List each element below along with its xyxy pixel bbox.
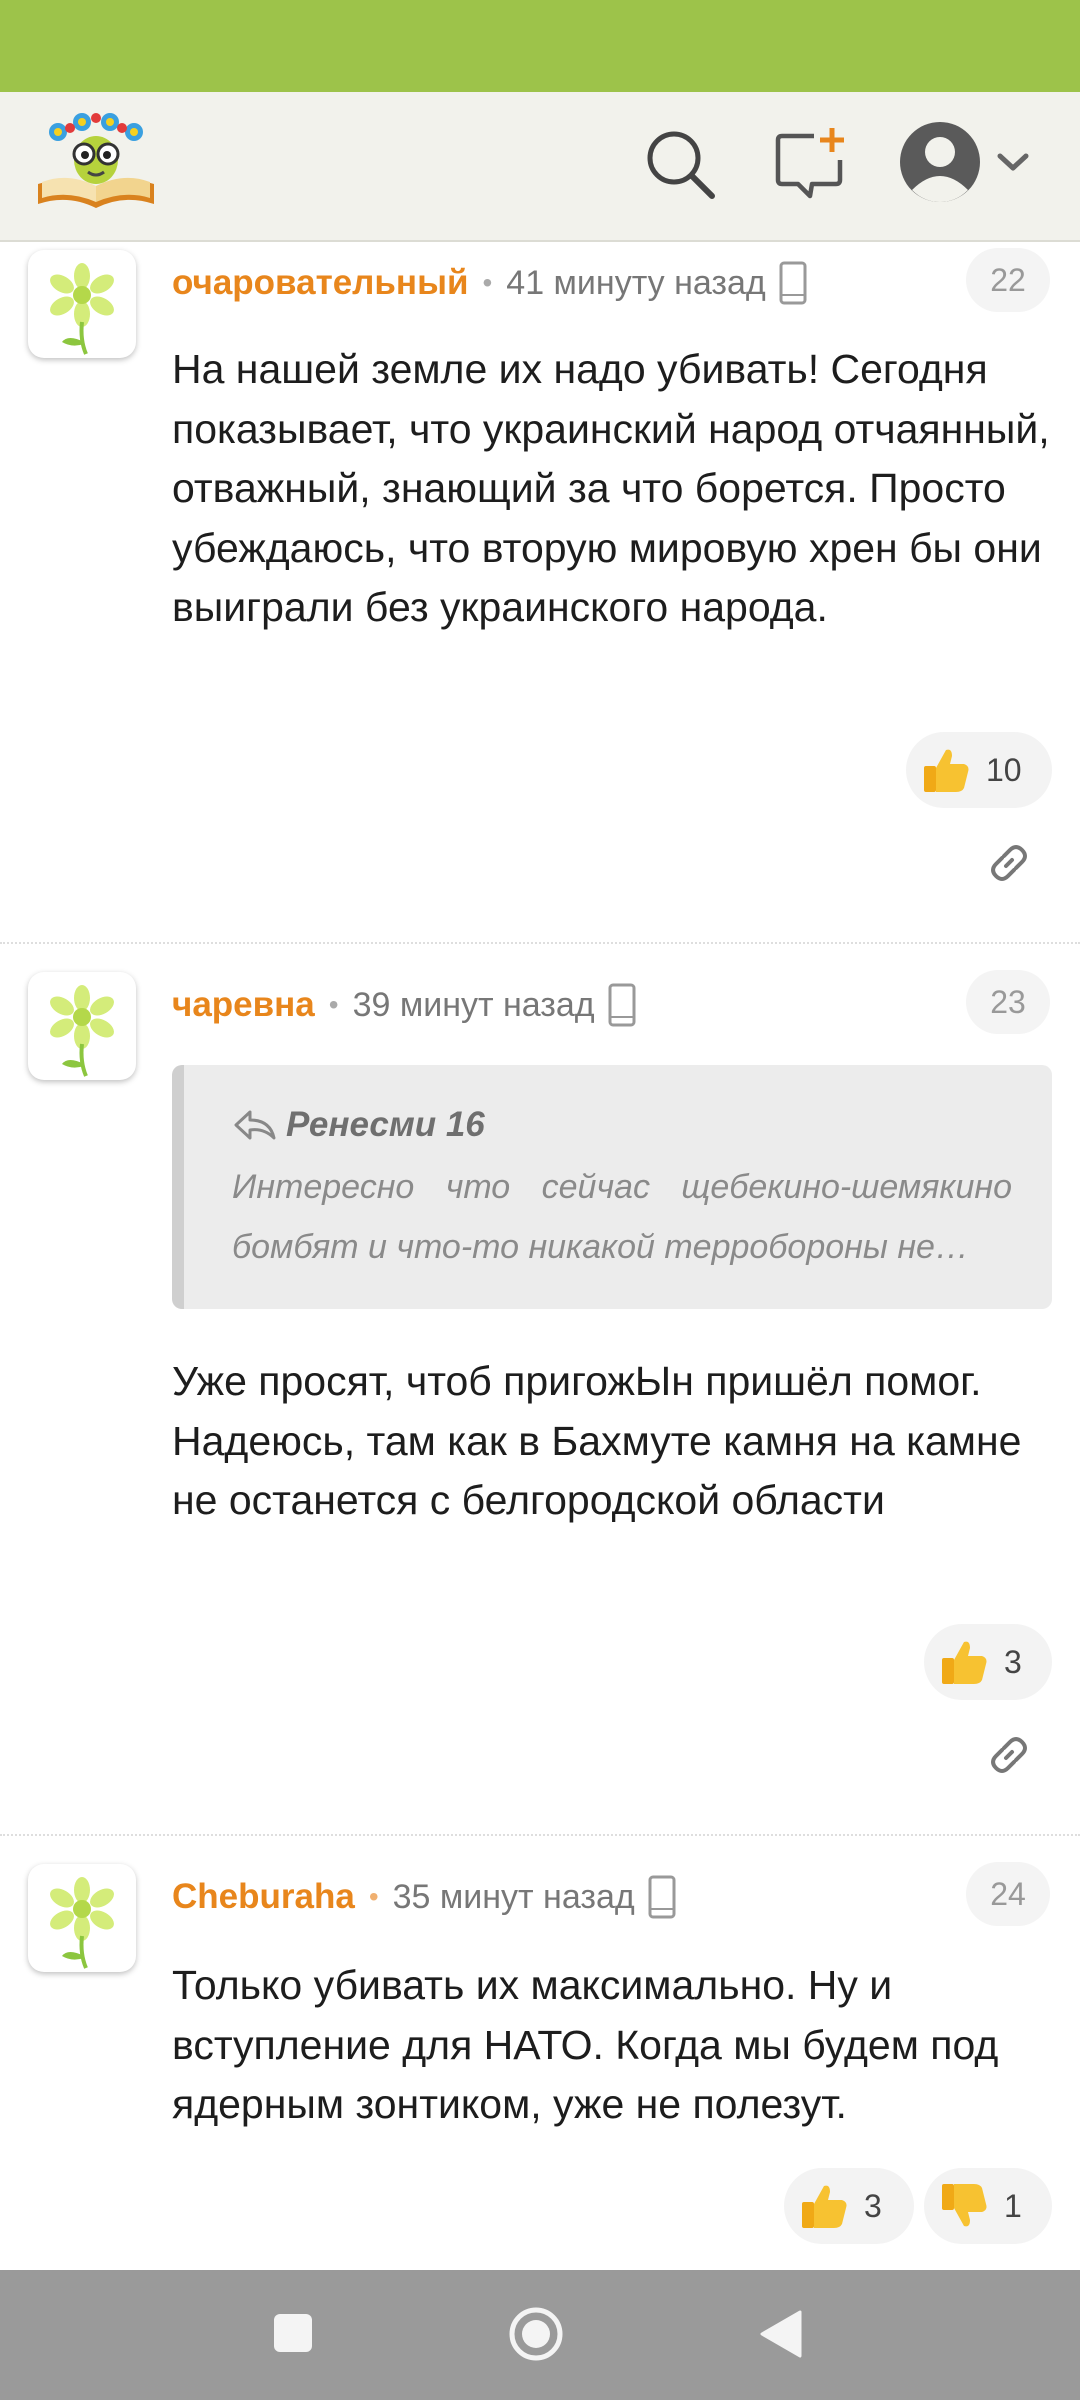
like-count: 10 xyxy=(986,751,1022,788)
comment-avatar[interactable] xyxy=(28,250,136,358)
meta-separator: • xyxy=(368,1881,379,1912)
comment-time: 41 минуту назад xyxy=(506,263,766,302)
thumbs-up-icon xyxy=(802,2185,847,2228)
search-icon xyxy=(647,131,715,199)
dislike-button[interactable]: 1 xyxy=(924,2168,1052,2244)
new-message-button[interactable] xyxy=(772,124,852,204)
search-button[interactable] xyxy=(640,124,720,204)
comment-text: Только убивать их максимально. Ну и всту… xyxy=(172,1962,999,2127)
comment-meta: очаровательный • 41 минуту назад xyxy=(172,258,808,308)
link-icon[interactable] xyxy=(984,838,1034,888)
user-avatar-icon xyxy=(900,122,980,202)
link-icon[interactable] xyxy=(984,1730,1034,1780)
comment-username[interactable]: Cheburaha xyxy=(172,1877,355,1917)
comment-time: 35 минут назад xyxy=(392,1877,635,1916)
phone-icon xyxy=(608,983,636,1027)
phone-icon xyxy=(779,261,807,305)
user-menu-button[interactable] xyxy=(898,118,1038,208)
comment-avatar[interactable] xyxy=(28,1864,136,1972)
comment-text: Уже просят, чтоб пригожЫн пришёл помог. … xyxy=(172,1358,1022,1523)
quoted-comment[interactable]: Ренесми 16 Интересно что сейчас щебекино… xyxy=(172,1065,1052,1309)
meta-separator: • xyxy=(328,989,339,1020)
dislike-count: 1 xyxy=(1004,2187,1022,2224)
thumbs-up-icon xyxy=(924,749,969,792)
comment-time: 39 минут назад xyxy=(352,985,595,1024)
site-logo[interactable] xyxy=(34,108,158,210)
quote-author: Ренесми 16 xyxy=(232,1105,485,1145)
like-count: 3 xyxy=(1004,1643,1022,1680)
like-button[interactable]: 3 xyxy=(784,2168,914,2244)
comment-divider xyxy=(0,942,1080,944)
phone-icon xyxy=(648,1875,676,1919)
chevron-down-icon xyxy=(997,153,1029,171)
comment-meta: чаревна • 39 минут назад xyxy=(172,980,637,1030)
comment-meta: Cheburaha • 35 минут назад xyxy=(172,1872,677,1922)
comment-number[interactable]: 24 xyxy=(966,1862,1050,1926)
comment-divider xyxy=(0,1834,1080,1836)
comment-avatar[interactable] xyxy=(28,972,136,1080)
status-bar xyxy=(0,0,1080,92)
comment-username[interactable]: чаревна xyxy=(172,985,315,1025)
thumbs-down-icon xyxy=(942,2184,987,2227)
meta-separator: • xyxy=(482,267,493,298)
new-message-icon xyxy=(775,128,844,199)
nav-recent-icon[interactable] xyxy=(270,2310,316,2356)
quote-text: Интересно что сейчас щебекино-шемякино б… xyxy=(232,1168,1012,1266)
comment-text: На нашей земле их надо убивать! Сегодня … xyxy=(172,346,1050,630)
comment-number[interactable]: 23 xyxy=(966,970,1050,1034)
nav-back-icon[interactable] xyxy=(756,2308,806,2360)
thumbs-up-icon xyxy=(942,1641,987,1684)
like-count: 3 xyxy=(864,2187,882,2224)
like-button[interactable]: 3 xyxy=(924,1624,1052,1700)
reply-arrow-icon xyxy=(234,1110,276,1140)
comment-number[interactable]: 22 xyxy=(966,248,1050,312)
nav-home-icon[interactable] xyxy=(508,2306,564,2362)
like-button[interactable]: 10 xyxy=(906,732,1052,808)
quote-author-name: Ренесми 16 xyxy=(286,1105,485,1144)
comment-username[interactable]: очаровательный xyxy=(172,263,468,303)
